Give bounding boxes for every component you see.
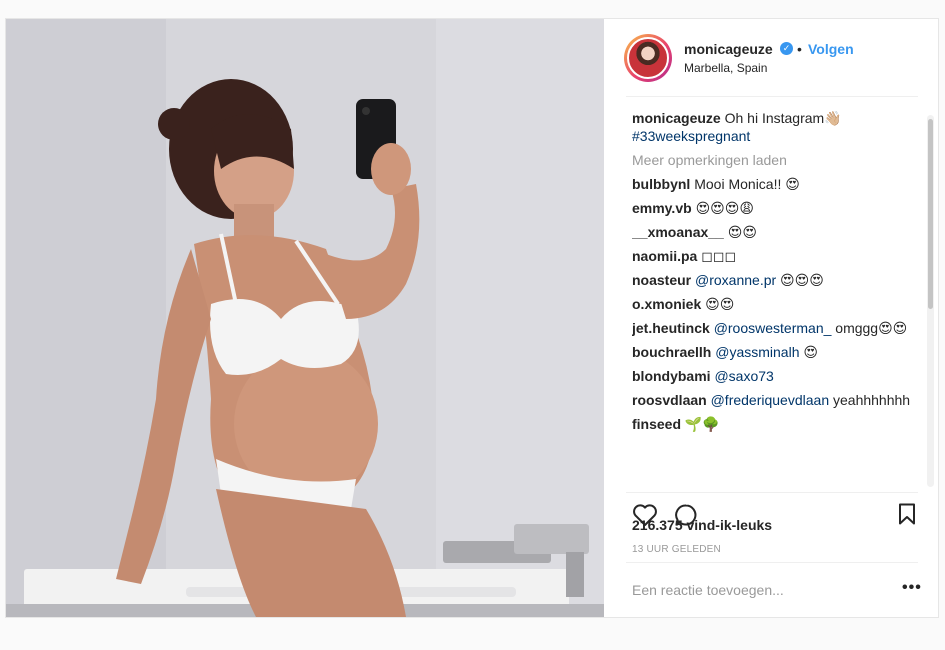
comment-username[interactable]: roosvdlaan (632, 392, 707, 408)
comment-row: naomii.pa ◻◻◻ (632, 247, 922, 265)
comment-username[interactable]: finseed (632, 416, 681, 432)
comment-username[interactable]: __xmoanax__ (632, 224, 724, 240)
comments-list[interactable]: monicageuze Oh hi Instagram👋🏼 #33weekspr… (632, 109, 922, 485)
comment-text: 🌱🌳 (684, 416, 720, 432)
caption-username[interactable]: monicageuze (632, 110, 721, 126)
header-separator: • (797, 41, 802, 57)
comment-username[interactable]: jet.heutinck (632, 320, 710, 336)
comment-username[interactable]: bulbbynl (632, 176, 690, 192)
comment-mention[interactable]: @saxo73 (714, 368, 773, 384)
caption: monicageuze Oh hi Instagram👋🏼 #33weekspr… (632, 109, 922, 145)
comment-text: 😍😍 (705, 296, 735, 312)
caption-text: Oh hi Instagram👋🏼 (724, 110, 842, 126)
instagram-post: monicageuze ✓ • Volgen Marbella, Spain m… (5, 18, 939, 618)
comment-username[interactable]: noasteur (632, 272, 691, 288)
comment-row: roosvdlaan @frederiquevdlaan yeahhhhhhh (632, 391, 922, 409)
comment-username[interactable]: emmy.vb (632, 200, 692, 216)
comment-text: omggg😍😍 (831, 320, 908, 336)
comment-mention[interactable]: @frederiquevdlaan (711, 392, 830, 408)
comment-mention[interactable]: @rooswesterman_ (714, 320, 832, 336)
more-options-icon[interactable]: ••• (902, 579, 922, 597)
comment-text: ◻◻◻ (701, 248, 737, 264)
header-divider (626, 96, 918, 97)
comment-text: 😍😍😍😩 (695, 200, 754, 216)
comment-row: emmy.vb 😍😍😍😩 (632, 199, 922, 217)
load-more-comments-link[interactable]: Meer opmerkingen laden (632, 152, 922, 168)
comment-row: bouchraellh @yassminalh 😍 (632, 343, 922, 361)
comment-text: yeahhhhhhh (829, 392, 911, 408)
comment-row: __xmoanax__ 😍😍 (632, 223, 922, 241)
header-username[interactable]: monicageuze (684, 41, 773, 57)
verified-badge-icon: ✓ (780, 42, 793, 55)
comment-text: 😍😍 (727, 224, 757, 240)
comment-username[interactable]: o.xmoniek (632, 296, 701, 312)
comment-text: 😍😍😍 (776, 272, 824, 288)
post-header: monicageuze ✓ • Volgen Marbella, Spain (604, 19, 938, 97)
bookmark-icon[interactable] (898, 503, 916, 530)
comments-scrollbar-thumb[interactable] (928, 119, 933, 309)
caption-hashtag[interactable]: #33weekspregnant (632, 128, 750, 144)
location-link[interactable]: Marbella, Spain (684, 61, 767, 75)
comment-text: Mooi Monica!! 😍 (694, 176, 800, 192)
add-comment-input[interactable]: Een reactie toevoegen... (632, 582, 882, 598)
comment-row: jet.heutinck @rooswesterman_ omggg😍😍 (632, 319, 922, 337)
comment-username[interactable]: bouchraellh (632, 344, 711, 360)
comment-row: noasteur @roxanne.pr 😍😍😍 (632, 271, 922, 289)
follow-button[interactable]: Volgen (808, 41, 854, 57)
comment-username[interactable]: blondybami (632, 368, 711, 384)
comment-input-divider (626, 562, 918, 563)
avatar[interactable] (627, 37, 669, 79)
comment-mention[interactable]: @yassminalh (715, 344, 799, 360)
post-photo[interactable] (6, 19, 604, 617)
like-count[interactable]: 216.375 vind-ik-leuks (632, 517, 772, 533)
comment-text: 😍 (799, 344, 818, 360)
comment-row: blondybami @saxo73 (632, 367, 922, 385)
photo-illustration (6, 19, 604, 617)
comment-row: o.xmoniek 😍😍 (632, 295, 922, 313)
comment-username[interactable]: naomii.pa (632, 248, 697, 264)
comment-row: finseed 🌱🌳 (632, 415, 922, 433)
post-timestamp: 13 UUR GELEDEN (632, 544, 721, 555)
post-sidebar: monicageuze ✓ • Volgen Marbella, Spain m… (604, 19, 938, 617)
comment-row: bulbbynl Mooi Monica!! 😍 (632, 175, 922, 193)
comment-mention[interactable]: @roxanne.pr (695, 272, 776, 288)
actions-divider (626, 492, 918, 493)
